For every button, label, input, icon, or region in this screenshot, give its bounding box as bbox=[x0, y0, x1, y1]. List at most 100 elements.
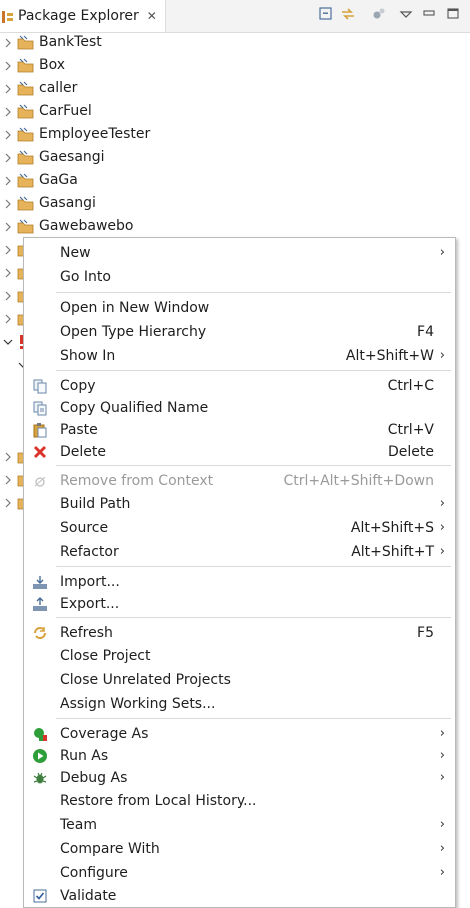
submenu-arrow-icon: › bbox=[439, 348, 445, 363]
menu-item-label: Delete bbox=[60, 444, 106, 460]
view-settings-icon[interactable] bbox=[371, 6, 387, 22]
menu-item-label: Close Unrelated Projects bbox=[60, 672, 231, 688]
submenu-arrow-icon: › bbox=[439, 520, 445, 535]
link-with-editor-icon[interactable] bbox=[340, 6, 356, 22]
menu-item-delete[interactable]: Delete Delete bbox=[24, 441, 455, 463]
menu-item-run-as[interactable]: Run As › bbox=[24, 745, 455, 767]
debug-bug-icon bbox=[32, 770, 48, 786]
view-menu-icon[interactable] bbox=[398, 6, 414, 22]
menu-item-label: Team bbox=[60, 817, 98, 833]
menu-item-new[interactable]: New › bbox=[24, 242, 455, 264]
menu-item-label: Remove from Context bbox=[60, 473, 214, 489]
menu-item-export[interactable]: Export... bbox=[24, 593, 455, 615]
chevron-right-icon[interactable] bbox=[3, 83, 13, 95]
menu-item-shortcut: Alt+Shift+W bbox=[345, 348, 434, 364]
java-project-icon bbox=[17, 173, 35, 189]
menu-separator bbox=[56, 566, 451, 567]
tree-item[interactable]: GaGa bbox=[0, 170, 470, 193]
menu-item-close-unrelated-projects[interactable]: Close Unrelated Projects bbox=[24, 669, 455, 691]
tree-item[interactable]: CarFuel bbox=[0, 101, 470, 124]
tree-item-label: Box bbox=[39, 57, 66, 73]
submenu-arrow-icon: › bbox=[439, 841, 445, 856]
chevron-right-icon[interactable] bbox=[3, 221, 13, 233]
menu-item-label: Configure bbox=[60, 865, 128, 881]
run-icon bbox=[32, 748, 48, 764]
chevron-right-icon[interactable] bbox=[3, 175, 13, 187]
minimize-icon[interactable] bbox=[421, 6, 437, 22]
tree-item[interactable]: Box bbox=[0, 55, 470, 78]
menu-item-assign-working-sets[interactable]: Assign Working Sets... bbox=[24, 693, 455, 715]
menu-item-team[interactable]: Team › bbox=[24, 814, 455, 836]
menu-item-shortcut: Ctrl+V bbox=[387, 422, 434, 438]
chevron-right-icon[interactable] bbox=[3, 497, 13, 509]
menu-item-label: Go Into bbox=[60, 269, 111, 285]
chevron-right-icon[interactable] bbox=[3, 152, 13, 164]
menu-item-debug-as[interactable]: Debug As › bbox=[24, 767, 455, 789]
menu-item-shortcut: F5 bbox=[417, 625, 434, 641]
menu-item-paste[interactable]: Paste Ctrl+V bbox=[24, 419, 455, 441]
menu-item-label: Compare With bbox=[60, 841, 160, 857]
delete-icon bbox=[32, 444, 48, 460]
menu-item-remove-from-context[interactable]: Remove from Context Ctrl+Alt+Shift+Down bbox=[24, 470, 455, 492]
tree-item[interactable]: EmployeeTester bbox=[0, 124, 470, 147]
package-explorer-tab[interactable]: Package Explorer ✕ bbox=[0, 0, 166, 32]
chevron-right-icon[interactable] bbox=[3, 244, 13, 256]
tree-item-label: Gasangi bbox=[39, 195, 96, 211]
menu-item-copy[interactable]: Copy Ctrl+C bbox=[24, 375, 455, 397]
chevron-right-icon[interactable] bbox=[3, 198, 13, 210]
menu-item-label: Validate bbox=[60, 888, 117, 904]
menu-item-compare-with[interactable]: Compare With › bbox=[24, 838, 455, 860]
menu-item-label: Show In bbox=[60, 348, 116, 364]
tree-item-label: caller bbox=[39, 80, 78, 96]
chevron-right-icon[interactable] bbox=[3, 290, 13, 302]
java-project-icon bbox=[17, 58, 35, 74]
menu-item-configure[interactable]: Configure › bbox=[24, 862, 455, 884]
maximize-icon[interactable] bbox=[445, 6, 461, 22]
chevron-down-icon[interactable] bbox=[3, 336, 13, 348]
menu-item-go-into[interactable]: Go Into bbox=[24, 266, 455, 288]
menu-item-close-project[interactable]: Close Project bbox=[24, 645, 455, 667]
tree-item[interactable]: BankTest bbox=[0, 32, 470, 55]
menu-item-source[interactable]: Source Alt+Shift+S › bbox=[24, 517, 455, 539]
coverage-icon bbox=[32, 726, 48, 742]
chevron-right-icon[interactable] bbox=[3, 106, 13, 118]
tree-item-label: CarFuel bbox=[39, 103, 92, 119]
chevron-right-icon[interactable] bbox=[3, 451, 13, 463]
menu-item-open-type-hierarchy[interactable]: Open Type Hierarchy F4 bbox=[24, 321, 455, 343]
view-title: Package Explorer bbox=[18, 8, 139, 24]
menu-item-refresh[interactable]: Refresh F5 bbox=[24, 622, 455, 644]
context-menu: New › Go Into Open in New Window Open Ty… bbox=[23, 237, 456, 908]
menu-item-shortcut: Ctrl+Alt+Shift+Down bbox=[283, 473, 434, 489]
menu-item-import[interactable]: Import... bbox=[24, 571, 455, 593]
menu-item-build-path[interactable]: Build Path › bbox=[24, 493, 455, 515]
menu-item-copy-qualified-name[interactable]: Copy Qualified Name bbox=[24, 397, 455, 419]
chevron-right-icon[interactable] bbox=[3, 60, 13, 72]
menu-item-validate[interactable]: Validate bbox=[24, 885, 455, 907]
copy-qualified-icon bbox=[32, 400, 48, 416]
tree-item[interactable]: Gawebawebo bbox=[0, 216, 470, 239]
chevron-right-icon[interactable] bbox=[3, 267, 13, 279]
submenu-arrow-icon: › bbox=[439, 748, 445, 763]
chevron-right-icon[interactable] bbox=[3, 37, 13, 49]
tree-item[interactable]: Gaesangi bbox=[0, 147, 470, 170]
tree-item[interactable]: Gasangi bbox=[0, 193, 470, 216]
menu-item-coverage-as[interactable]: Coverage As › bbox=[24, 723, 455, 745]
menu-item-open-in-new-window[interactable]: Open in New Window bbox=[24, 297, 455, 319]
menu-separator bbox=[56, 617, 451, 618]
close-view-icon[interactable]: ✕ bbox=[147, 9, 157, 23]
java-project-icon bbox=[17, 150, 35, 166]
tree-item-label: EmployeeTester bbox=[39, 126, 151, 142]
menu-item-show-in[interactable]: Show In Alt+Shift+W › bbox=[24, 345, 455, 367]
menu-item-restore-local-history[interactable]: Restore from Local History... bbox=[24, 790, 455, 812]
menu-item-refactor[interactable]: Refactor Alt+Shift+T › bbox=[24, 541, 455, 563]
menu-separator bbox=[56, 465, 451, 466]
java-project-icon bbox=[17, 35, 35, 51]
submenu-arrow-icon: › bbox=[439, 544, 445, 559]
collapse-all-icon[interactable] bbox=[318, 6, 334, 22]
menu-item-label: Refactor bbox=[60, 544, 119, 560]
chevron-right-icon[interactable] bbox=[3, 313, 13, 325]
tree-item[interactable]: caller bbox=[0, 78, 470, 101]
chevron-right-icon[interactable] bbox=[3, 474, 13, 486]
view-header: Package Explorer ✕ bbox=[0, 0, 470, 33]
chevron-right-icon[interactable] bbox=[3, 129, 13, 141]
